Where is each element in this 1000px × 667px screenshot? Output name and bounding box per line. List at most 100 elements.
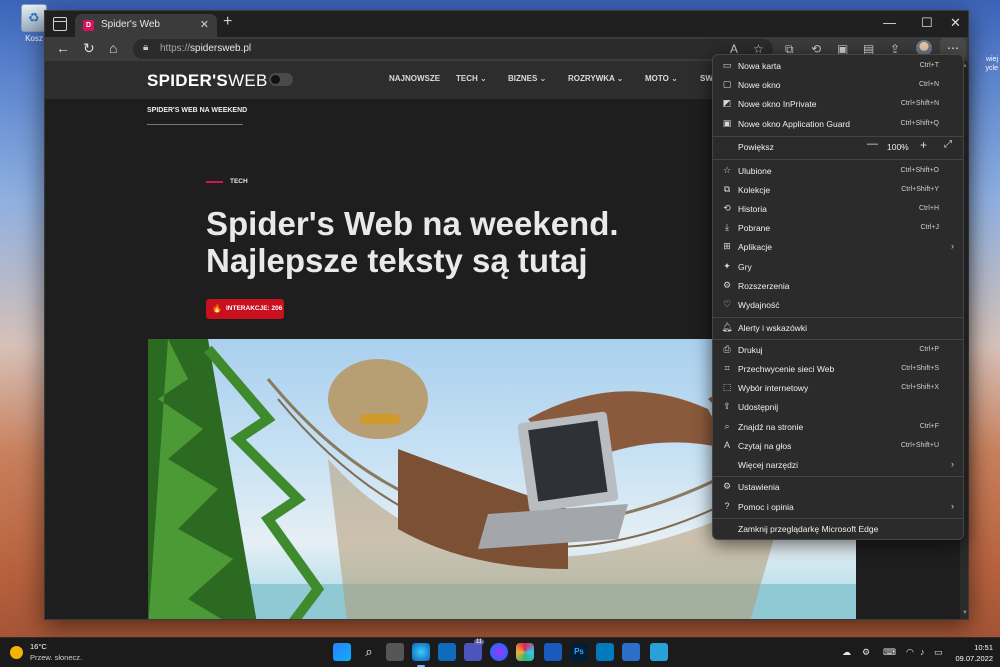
tab-bar: D Spider's Web ✕ + — ☐ ✕ <box>45 11 968 37</box>
inprivate-icon: ◩ <box>722 98 732 108</box>
menu-separator <box>713 159 963 160</box>
apps-icon: ⊞ <box>723 241 731 251</box>
menu-item-inprivate[interactable]: ◩ Nowe okno InPrivate Ctrl+Shift+N <box>713 95 963 114</box>
subnav-link[interactable]: SPIDER'S WEB NA WEEKEND <box>147 107 247 114</box>
notepad-icon[interactable] <box>650 643 668 661</box>
wifi-icon[interactable]: ◠ <box>906 647 914 658</box>
menu-item-close-edge[interactable]: Zamknij przeglądarkę Microsoft Edge <box>713 520 963 539</box>
back-icon[interactable]: ← <box>56 40 70 56</box>
minimize-button[interactable]: — <box>883 15 896 30</box>
trello-icon[interactable] <box>596 643 614 661</box>
zoom-value: 100% <box>887 142 909 152</box>
dark-mode-toggle[interactable] <box>269 73 293 86</box>
lock-icon[interactable]: 🔒︎ <box>143 42 148 53</box>
new-tab-button[interactable]: + <box>223 13 232 31</box>
new-window-icon: ▢ <box>722 79 732 89</box>
sun-icon <box>10 646 23 659</box>
start-icon[interactable] <box>333 643 351 661</box>
tab-title: Spider's Web <box>101 19 160 30</box>
menu-item-history[interactable]: ⟲ Historia Ctrl+H <box>713 200 963 219</box>
menu-item-collections[interactable]: ⧉ Kolekcje Ctrl+Shift+Y <box>713 181 963 200</box>
web-select-icon: ⬚ <box>722 382 732 392</box>
chevron-right-icon: › <box>951 241 954 251</box>
close-window-button[interactable]: ✕ <box>950 15 961 31</box>
menu-item-performance[interactable]: ♡ Wydajność <box>713 296 963 315</box>
share-icon: ⇪ <box>723 401 731 411</box>
scroll-down-icon[interactable]: ▼ <box>962 610 968 616</box>
nav-moto[interactable]: MOTO ⌄ <box>645 74 678 83</box>
category-label[interactable]: TECH <box>230 178 248 185</box>
home-icon[interactable]: ⌂ <box>109 40 117 56</box>
onedrive-icon[interactable]: ☁ <box>842 647 851 658</box>
refresh-icon[interactable]: ↻ <box>83 40 95 57</box>
maximize-button[interactable]: ☐ <box>921 15 933 31</box>
app-guard-icon: ▣ <box>722 118 732 128</box>
address-bar[interactable]: 🔒︎ https://spidersweb.pl <box>133 39 773 59</box>
nav-tech[interactable]: TECH ⌄ <box>456 74 487 83</box>
settings-menu: ▭ Nowa karta Ctrl+T ▢ Nowe okno Ctrl+N ◩ N… <box>712 54 964 540</box>
teams-icon[interactable]: 11 <box>464 639 485 661</box>
print-icon: ⎙ <box>723 344 731 354</box>
photoshop-icon[interactable]: Ps <box>570 643 588 661</box>
alerts-icon: 🔔︎ <box>721 322 733 332</box>
battery-icon[interactable]: ▭ <box>934 647 943 658</box>
clock[interactable]: 10:51 09.07.2022 <box>953 642 993 664</box>
menu-item-new-window[interactable]: ▢ Nowe okno Ctrl+N <box>713 76 963 95</box>
web-capture-icon: ⌗ <box>724 363 730 373</box>
menu-item-more-tools[interactable]: Więcej narzędzi › <box>713 456 963 475</box>
menu-item-favorites[interactable]: ☆ Ulubione Ctrl+Shift+O <box>713 162 963 181</box>
url-text[interactable]: https://spidersweb.pl <box>160 43 251 54</box>
tab-spidersweb[interactable]: D Spider's Web ✕ <box>75 14 217 37</box>
extensions-icon: ⚙ <box>722 280 732 290</box>
keyboard-icon[interactable]: ⌨ <box>883 647 896 658</box>
menu-item-games[interactable]: ✦ Gry <box>713 258 963 277</box>
menu-item-app-guard[interactable]: ▣ Nowe okno Application Guard Ctrl+Shift+… <box>713 115 963 134</box>
menu-item-downloads[interactable]: ⤓ Pobrane Ctrl+J <box>713 219 963 238</box>
menu-item-apps[interactable]: ⊞ Aplikacje › <box>713 238 963 257</box>
teams-badge: 11 <box>474 639 485 645</box>
menu-item-find[interactable]: ⌕ Znajdź na stronie Ctrl+F <box>713 418 963 437</box>
menu-item-help[interactable]: ? Pomoc i opinia › <box>713 498 963 517</box>
nav-sw[interactable]: SW <box>700 74 713 83</box>
nav-najnowsze[interactable]: NAJNOWSZE <box>389 74 440 83</box>
menu-item-web-capture[interactable]: ⌗ Przechwycenie sieci Web Ctrl+Shift+S <box>713 360 963 379</box>
slack-icon[interactable] <box>516 643 534 661</box>
subnav-underline <box>147 124 243 125</box>
translator-icon[interactable] <box>622 643 640 661</box>
word-icon[interactable] <box>544 643 562 661</box>
menu-item-settings[interactable]: ⚙ Ustawienia <box>713 478 963 497</box>
zoom-out-button[interactable]: — <box>867 138 878 150</box>
search-icon[interactable]: ⌕ <box>360 643 378 661</box>
favicon-icon: D <box>83 20 94 31</box>
site-logo[interactable]: SPIDER'SWEB <box>147 71 268 91</box>
mail-icon[interactable] <box>438 643 456 661</box>
weather-temp: 16°C <box>30 642 47 651</box>
menu-item-new-tab[interactable]: ▭ Nowa karta Ctrl+T <box>713 57 963 76</box>
taskbar: 16°C Przew. słonecz. ⌕ 11 Ps ☁ ⚙ ⌨ ◠ ♪ ▭… <box>0 637 1000 667</box>
menu-item-share[interactable]: ⇪ Udostępnij <box>713 398 963 417</box>
close-tab-icon[interactable]: ✕ <box>200 18 209 31</box>
menu-item-extensions[interactable]: ⚙ Rozszerzenia <box>713 277 963 296</box>
find-icon: ⌕ <box>724 421 730 431</box>
menu-item-print[interactable]: ⎙ Drukuj Ctrl+P <box>713 341 963 360</box>
performance-icon: ♡ <box>722 299 732 309</box>
weather-desc: Przew. słonecz. <box>30 653 83 662</box>
task-view-icon[interactable] <box>386 643 404 661</box>
nav-rozrywka[interactable]: ROZRYWKA ⌄ <box>568 74 623 83</box>
tab-actions-icon[interactable] <box>53 17 67 31</box>
messenger-icon[interactable] <box>490 643 508 661</box>
menu-separator <box>713 136 963 137</box>
zoom-in-button[interactable]: + <box>920 138 927 152</box>
menu-item-read-aloud[interactable]: A Czytaj na głos Ctrl+Shift+U <box>713 437 963 456</box>
menu-item-alerts[interactable]: 🔔︎ Alerty i wskazówki <box>713 319 963 338</box>
interactions-badge[interactable]: INTERAKCJE: 206 <box>206 299 284 319</box>
network-settings-icon[interactable]: ⚙ <box>862 647 870 658</box>
new-tab-icon: ▭ <box>722 60 732 70</box>
edge-icon[interactable] <box>412 643 430 667</box>
games-icon: ✦ <box>723 261 731 271</box>
menu-item-web-select[interactable]: ⬚ Wybór internetowy Ctrl+Shift+X <box>713 379 963 398</box>
help-icon: ? <box>724 501 730 511</box>
volume-icon[interactable]: ♪ <box>920 647 925 657</box>
fullscreen-icon[interactable]: ⤢ <box>944 139 952 150</box>
nav-biznes[interactable]: BIZNES ⌄ <box>508 74 546 83</box>
